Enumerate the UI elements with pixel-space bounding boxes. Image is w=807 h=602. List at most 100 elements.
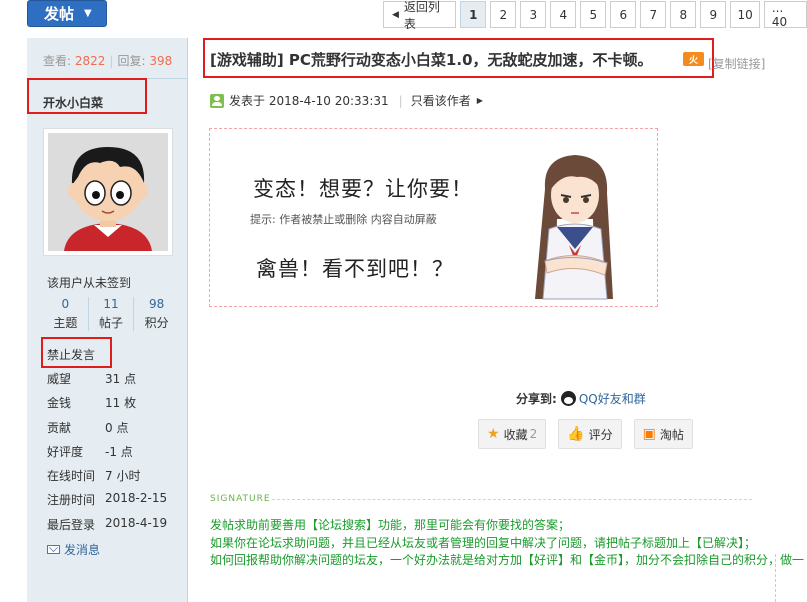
avatar[interactable] <box>43 128 173 256</box>
attr-row: 贡献 0 点 <box>47 419 167 443</box>
count-value: 11 <box>103 297 119 311</box>
send-message-label: 发消息 <box>64 543 101 557</box>
attr-row: 金钱 11 枚 <box>47 394 167 418</box>
favorite-count: 2 <box>529 427 538 441</box>
page-link[interactable]: 4 <box>550 1 577 28</box>
attr-row: 在线时间 7 小时 <box>47 467 167 491</box>
share-bar: 分享到: QQ好友和群 <box>516 390 646 407</box>
attr-value: 2018-2-15 <box>105 491 168 506</box>
locked-tip: 提示: 作者被禁止或删除 内容自动屏蔽 <box>250 213 437 226</box>
hot-badge: 火 <box>683 52 704 66</box>
user-group[interactable]: 禁止发言 <box>47 346 95 363</box>
count-posts[interactable]: 11 帖子 <box>89 297 135 331</box>
views-label: 查看: <box>43 54 72 68</box>
author-sidebar: 查看: 2822 | 回复: 398 开水小白菜 该用户从未签到 0 主题 11… <box>27 38 188 602</box>
count-label: 积分 <box>144 316 169 330</box>
signature-line: 发帖求助前要善用【论坛搜索】功能，那里可能会有你要找的答案； <box>210 518 571 532</box>
attr-key: 最后登录 <box>47 517 96 532</box>
page-link[interactable]: 9 <box>700 1 727 28</box>
page-link[interactable]: 7 <box>640 1 667 28</box>
share-label: 分享到: <box>516 392 557 406</box>
count-label: 帖子 <box>99 316 124 330</box>
qq-icon <box>560 391 576 406</box>
attr-value: 31 点 <box>105 372 137 386</box>
new-post-button[interactable]: 发帖 ▼ <box>27 0 107 27</box>
attr-row: 威望 31 点 <box>47 370 167 394</box>
page-link[interactable]: 6 <box>610 1 637 28</box>
new-post-label: 发帖 <box>44 5 75 23</box>
post-meta: 发表于 2018-4-10 20:33:31 | 只看该作者 ▶ <box>210 92 483 109</box>
page-link[interactable]: 2 <box>490 1 517 28</box>
attr-key: 贡献 <box>47 420 72 435</box>
locked-message-line1: 变态！想要？让你要！ <box>253 177 473 201</box>
attr-value: 7 小时 <box>105 469 141 484</box>
post-time: 发表于 2018-4-10 20:33:31 <box>229 94 389 108</box>
only-author-link[interactable]: 只看该作者 <box>411 92 471 109</box>
locked-content-box: 变态！想要？让你要！ 提示: 作者被禁止或删除 内容自动屏蔽 禽兽！看不到吧！？ <box>209 128 658 307</box>
thread-stats: 查看: 2822 | 回复: 398 <box>43 52 172 69</box>
views-count: 2822 <box>74 54 106 68</box>
signature-line: 如果你在论坛求助问题，并且已经从坛友或者管理的回复中解决了问题，请把帖子标题加上… <box>210 535 757 550</box>
send-message-link[interactable]: 发消息 <box>47 541 100 558</box>
attr-key: 威望 <box>47 372 72 386</box>
count-value: 0 <box>61 297 70 311</box>
back-to-list-button[interactable]: ◀ 返回列表 <box>383 0 457 31</box>
favorite-button[interactable]: ★ 收藏 2 <box>478 419 547 449</box>
attr-value: 2018-4-19 <box>105 515 168 530</box>
thread-title: [游戏辅助] PC荒野行动变态小白菜1.0，无敌蛇皮加速，不卡顿。 <box>210 51 653 69</box>
sidebar-divider <box>27 78 188 79</box>
page-link[interactable]: 8 <box>670 1 697 28</box>
locked-message-line2: 禽兽！看不到吧！？ <box>256 257 454 281</box>
share-qq-link[interactable]: QQ好友和群 <box>579 390 646 407</box>
attr-row: 最后登录 2018-4-19 <box>47 516 167 540</box>
meta-divider: | <box>398 93 403 108</box>
attr-key: 在线时间 <box>47 469 96 484</box>
replies-count: 398 <box>149 54 173 68</box>
page-link[interactable]: 5 <box>580 1 607 28</box>
count-label: 主题 <box>53 316 78 330</box>
page-link[interactable]: 10 <box>730 1 760 28</box>
chevron-right-icon: ▶ <box>476 96 483 105</box>
attr-key: 注册时间 <box>47 493 96 508</box>
attr-key: 好评度 <box>47 444 84 459</box>
post-actions: ★ 收藏 2 👍 评分 ▣ 淘帖 <box>478 419 693 449</box>
thumb-icon: 👍 <box>567 426 585 442</box>
count-threads[interactable]: 0 主题 <box>43 297 89 331</box>
attr-value: 0 点 <box>105 420 129 435</box>
attr-value: 11 枚 <box>105 396 137 411</box>
rate-label: 评分 <box>588 427 613 442</box>
pagination: ◀ 返回列表 1 2 3 4 5 6 7 8 9 10 ... 40 <box>383 0 807 31</box>
attr-key: 金钱 <box>47 396 72 411</box>
signature-line: 如何回报帮助你解决问题的坛友，一个好办法就是给对方加【好评】和【金币】，加分不会… <box>210 553 805 567</box>
author-name[interactable]: 开水小白菜 <box>43 94 103 111</box>
replies-label: 回复: <box>117 54 146 68</box>
chevron-down-icon[interactable]: ▼ <box>84 8 92 19</box>
user-online-icon <box>210 93 224 108</box>
favorite-label: 收藏 <box>503 427 528 442</box>
count-points[interactable]: 98 积分 <box>134 297 179 331</box>
page-last-link[interactable]: ... 40 <box>763 1 807 29</box>
avatar-image <box>48 133 168 251</box>
count-value: 98 <box>149 297 165 311</box>
author-attributes: 威望 31 点 金钱 11 枚 贡献 0 点 好评度 -1 点 在线时间 7 小时 注册时… <box>47 370 167 540</box>
page-link[interactable]: 3 <box>520 1 547 28</box>
sign-status: 该用户从未签到 <box>47 276 132 290</box>
page-current[interactable]: 1 <box>460 1 487 28</box>
back-to-list-label: 返回列表 <box>403 0 440 31</box>
tao-label: 淘帖 <box>659 427 684 442</box>
chevron-left-icon: ◀ <box>392 9 399 20</box>
anime-girl-illustration <box>535 155 613 300</box>
attr-value: -1 点 <box>105 444 133 459</box>
stats-divider: | <box>109 54 114 68</box>
scroll-divider <box>775 554 776 602</box>
tao-button[interactable]: ▣ 淘帖 <box>633 419 693 449</box>
attr-row: 好评度 -1 点 <box>47 443 167 467</box>
rate-button[interactable]: 👍 评分 <box>558 419 622 449</box>
envelope-icon <box>47 545 60 554</box>
signature-label: SIGNATURE <box>210 494 271 504</box>
signature-divider <box>272 499 752 500</box>
copy-link[interactable]: [复制链接] <box>708 55 765 72</box>
author-counts: 0 主题 11 帖子 98 积分 <box>43 297 179 331</box>
attr-row: 注册时间 2018-2-15 <box>47 491 167 515</box>
star-icon: ★ <box>487 426 500 442</box>
